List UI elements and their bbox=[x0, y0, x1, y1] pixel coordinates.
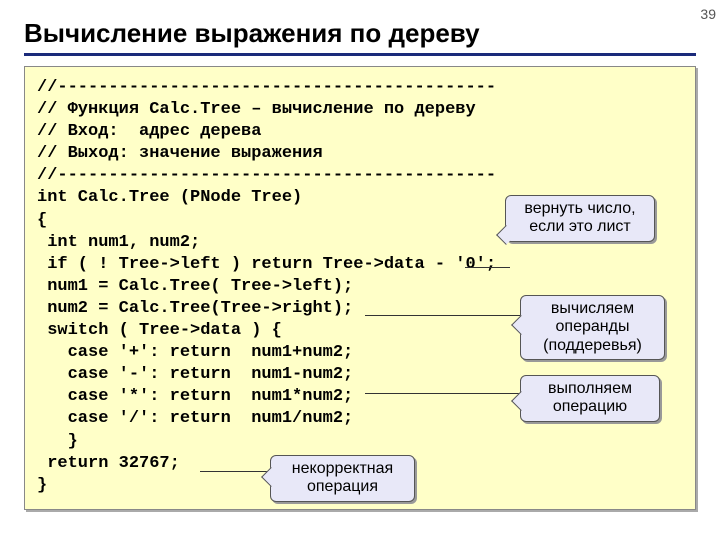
code-line: //--------------------------------------… bbox=[37, 165, 683, 187]
callout-text: если это лист bbox=[516, 218, 644, 236]
callout-text: вернуть число, bbox=[516, 200, 644, 218]
callout-invalid-operation: некорректная операция bbox=[270, 455, 415, 502]
callout-text: вычисляем bbox=[531, 300, 654, 318]
callout-perform-operation: выполняем операцию bbox=[520, 375, 660, 422]
callout-text: (поддеревья) bbox=[531, 337, 654, 355]
connector-line bbox=[200, 471, 275, 472]
code-line: } bbox=[37, 431, 683, 453]
connector-line bbox=[365, 393, 525, 394]
code-block: //--------------------------------------… bbox=[24, 66, 696, 510]
callout-compute-operands: вычисляем операнды (поддеревья) bbox=[520, 295, 665, 360]
callout-text: операция bbox=[281, 478, 404, 496]
code-line: if ( ! Tree->left ) return Tree->data - … bbox=[37, 254, 683, 276]
slide-title: Вычисление выражения по дереву bbox=[0, 0, 720, 53]
callout-text: операцию bbox=[531, 398, 649, 416]
callout-text: операнды bbox=[531, 318, 654, 336]
connector-line bbox=[465, 267, 510, 268]
callout-text: выполняем bbox=[531, 380, 649, 398]
callout-return-leaf: вернуть число, если это лист bbox=[505, 195, 655, 242]
code-line: // Вход: адрес дерева bbox=[37, 121, 683, 143]
code-line: // Выход: значение выражения bbox=[37, 143, 683, 165]
title-underline bbox=[24, 53, 696, 56]
page-number: 39 bbox=[700, 6, 716, 22]
code-line: // Функция Calc.Tree – вычисление по дер… bbox=[37, 99, 683, 121]
connector-line bbox=[365, 315, 525, 316]
callout-text: некорректная bbox=[281, 460, 404, 478]
code-line: //--------------------------------------… bbox=[37, 77, 683, 99]
